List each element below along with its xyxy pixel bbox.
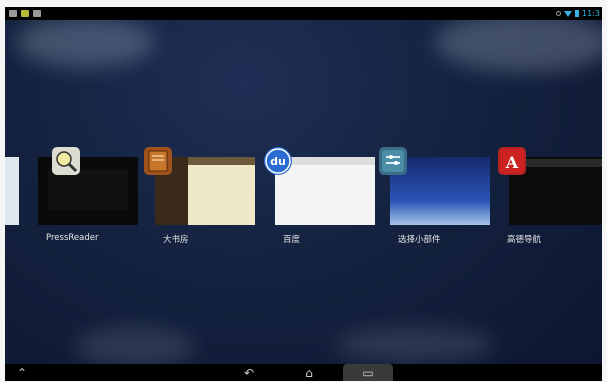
- recent-app-card-baidu[interactable]: du 百度: [264, 147, 375, 245]
- screen: 11:3 PressReader 大书房 du 百度 选择小部件 A 高德导航 …: [5, 7, 602, 381]
- recents-icon[interactable]: ▭: [343, 364, 393, 381]
- book-icon: [144, 147, 172, 175]
- magnifier-icon: [52, 147, 80, 175]
- app-label: 百度: [283, 235, 301, 245]
- status-bar: 11:3: [5, 7, 602, 20]
- recent-app-card-dashufang[interactable]: 大书房: [144, 147, 255, 245]
- app-label: 选择小部件: [398, 235, 441, 245]
- signal-icon: [33, 10, 41, 17]
- battery-icon: [575, 10, 580, 17]
- app-label: 高德导航: [507, 235, 542, 245]
- recent-app-card-partial[interactable]: [5, 157, 19, 225]
- app-label: 大书房: [163, 235, 189, 245]
- app-label: PressReader: [46, 233, 99, 243]
- baidu-du-icon: du: [264, 147, 292, 175]
- back-icon[interactable]: ↶: [237, 364, 261, 381]
- up-icon[interactable]: ⌃: [11, 364, 33, 381]
- settings-icon: [556, 11, 562, 16]
- svg-text:du: du: [270, 155, 286, 168]
- home-icon[interactable]: ⌂: [297, 364, 321, 381]
- clock: 11:3: [582, 9, 600, 18]
- recent-app-card-gaode[interactable]: A 高德导航: [498, 147, 602, 245]
- svg-text:A: A: [505, 153, 519, 172]
- recent-app-card-pressreader[interactable]: PressReader: [38, 147, 138, 243]
- navigation-app-icon: A: [498, 147, 526, 175]
- widget-icon: [379, 147, 407, 175]
- image-icon: [21, 10, 29, 17]
- wifi-icon: [564, 10, 573, 17]
- recent-app-card-widgets[interactable]: 选择小部件: [379, 147, 490, 245]
- navigation-bar: ⌃ ↶ ⌂ ▭: [5, 364, 602, 381]
- screenshot-icon: [9, 10, 17, 17]
